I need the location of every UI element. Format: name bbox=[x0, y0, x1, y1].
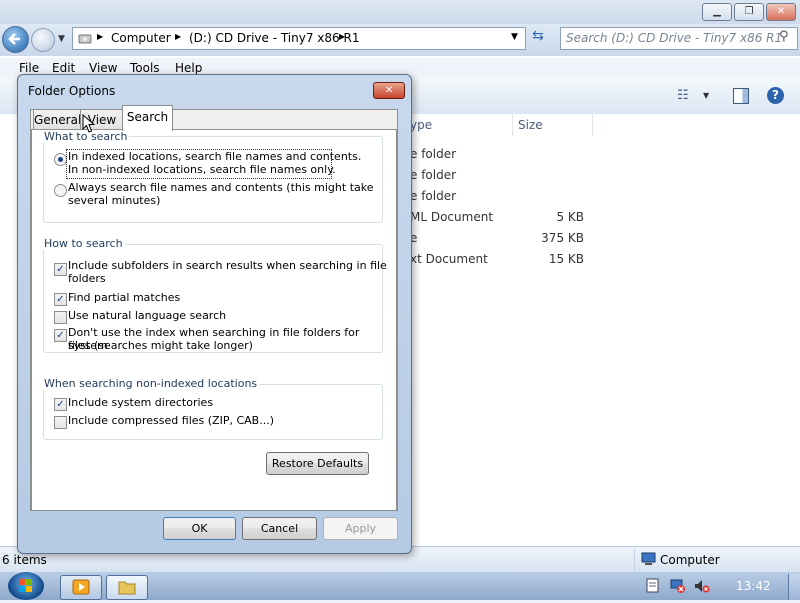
recent-pages-chevron-icon[interactable]: ▼ bbox=[58, 34, 65, 44]
column-divider[interactable] bbox=[512, 114, 513, 136]
file-size: 15 KB bbox=[548, 252, 584, 266]
dont-use-index-label-line2[interactable]: files (searches might take longer) bbox=[68, 339, 253, 352]
start-button[interactable] bbox=[8, 572, 44, 600]
menu-help[interactable]: Help bbox=[175, 61, 202, 75]
include-compressed-files-checkbox[interactable] bbox=[54, 416, 67, 429]
folder-options-dialog: Folder Options ✕ General View Search Wha… bbox=[17, 74, 412, 554]
show-desktop-button[interactable] bbox=[788, 574, 800, 600]
breadcrumb-separator-icon[interactable]: ▶ bbox=[175, 32, 181, 41]
view-options-icon[interactable]: ☷ bbox=[677, 88, 689, 103]
forward-button[interactable] bbox=[31, 28, 55, 52]
refresh-icon[interactable]: ⇆ bbox=[528, 28, 548, 48]
dont-use-index-checkbox[interactable]: ✓ bbox=[54, 329, 67, 342]
breadcrumb-separator-icon[interactable]: ▶ bbox=[97, 32, 103, 41]
maximize-button[interactable]: ❐ bbox=[734, 3, 764, 21]
folder-icon bbox=[118, 581, 136, 595]
non-indexed-title: When searching non-indexed locations bbox=[42, 377, 260, 390]
apply-button[interactable]: Apply bbox=[323, 517, 398, 540]
find-partial-matches-checkbox[interactable]: ✓ bbox=[54, 293, 67, 306]
non-indexed-group bbox=[43, 384, 383, 440]
breadcrumb-separator-icon[interactable]: ▶ bbox=[339, 32, 345, 41]
cancel-button[interactable]: Cancel bbox=[242, 517, 317, 540]
media-player-icon bbox=[72, 579, 90, 595]
help-icon[interactable]: ? bbox=[767, 87, 784, 104]
always-search-contents-radio[interactable] bbox=[54, 184, 67, 197]
menu-view[interactable]: View bbox=[89, 61, 117, 75]
taskbar-media-player[interactable] bbox=[60, 575, 102, 600]
view-options-chevron-icon[interactable]: ▼ bbox=[703, 91, 709, 100]
item-count: 6 items bbox=[2, 553, 47, 567]
menu-tools[interactable]: Tools bbox=[130, 61, 160, 75]
clock[interactable]: 13:42 bbox=[736, 579, 771, 593]
mouse-cursor-icon bbox=[82, 114, 96, 133]
back-button[interactable] bbox=[2, 26, 29, 53]
volume-muted-icon[interactable] bbox=[694, 578, 710, 594]
file-type: ML Document bbox=[410, 210, 494, 224]
close-window-button[interactable]: ✕ bbox=[766, 3, 796, 21]
include-subfolders-label-line2[interactable]: folders bbox=[68, 272, 106, 285]
file-type: e folder bbox=[410, 147, 457, 161]
search-placeholder: Search (D:) CD Drive - Tiny7 x86 R1 bbox=[566, 31, 783, 45]
status-location: Computer bbox=[660, 553, 720, 567]
natural-language-search-label[interactable]: Use natural language search bbox=[68, 309, 226, 322]
menu-edit[interactable]: Edit bbox=[52, 61, 75, 75]
restore-defaults-button[interactable]: Restore Defaults bbox=[266, 452, 369, 475]
indexed-locations-label-line2[interactable]: In non-indexed locations, search file na… bbox=[68, 163, 336, 176]
search-box[interactable]: Search (D:) CD Drive - Tiny7 x86 R1 ⚲ bbox=[560, 27, 798, 50]
breadcrumb-computer[interactable]: Computer bbox=[111, 31, 171, 45]
action-center-icon[interactable] bbox=[646, 578, 660, 594]
computer-icon bbox=[641, 552, 656, 565]
always-search-label-line1[interactable]: Always search file names and contents (t… bbox=[68, 181, 374, 194]
include-compressed-files-label[interactable]: Include compressed files (ZIP, CAB...) bbox=[68, 414, 274, 427]
always-search-label-line2[interactable]: several minutes) bbox=[68, 194, 160, 207]
include-system-directories-checkbox[interactable]: ✓ bbox=[54, 398, 67, 411]
find-partial-matches-label[interactable]: Find partial matches bbox=[68, 291, 180, 304]
drive-icon bbox=[77, 30, 93, 44]
file-size: 375 KB bbox=[541, 231, 584, 245]
column-type[interactable]: ype bbox=[410, 118, 432, 132]
tab-general[interactable]: General bbox=[33, 109, 81, 130]
arrow-left-icon bbox=[8, 33, 20, 45]
ok-button[interactable]: OK bbox=[163, 517, 236, 540]
search-tab-panel: What to search In indexed locations, sea… bbox=[31, 129, 397, 511]
preview-pane-icon[interactable] bbox=[733, 88, 749, 104]
dialog-close-button[interactable]: ✕ bbox=[373, 82, 405, 99]
file-type: e folder bbox=[410, 189, 457, 203]
dialog-title: Folder Options bbox=[28, 84, 116, 98]
dialog-tab-container: General View Search What to search In in… bbox=[30, 105, 398, 511]
file-type: e folder bbox=[410, 168, 457, 182]
file-type: xt Document bbox=[410, 252, 488, 266]
column-size[interactable]: Size bbox=[518, 118, 543, 132]
windows-logo-icon bbox=[19, 579, 32, 592]
explorer-titlebar: ▁ ❐ ✕ bbox=[0, 0, 800, 24]
how-to-search-title: How to search bbox=[42, 237, 125, 250]
radio-selected-dot bbox=[58, 157, 63, 162]
include-system-directories-label[interactable]: Include system directories bbox=[68, 396, 213, 409]
indexed-locations-label-line1[interactable]: In indexed locations, search file names … bbox=[68, 150, 361, 163]
network-disconnected-icon[interactable] bbox=[670, 578, 686, 594]
include-subfolders-label-line1[interactable]: Include subfolders in search results whe… bbox=[68, 259, 387, 272]
menu-file[interactable]: File bbox=[19, 61, 39, 75]
taskbar-explorer[interactable] bbox=[106, 575, 148, 600]
natural-language-search-checkbox[interactable] bbox=[54, 311, 67, 324]
tab-search[interactable]: Search bbox=[122, 105, 173, 131]
address-bar[interactable]: ▶ Computer ▶ (D:) CD Drive - Tiny7 x86 R… bbox=[72, 27, 526, 50]
include-subfolders-checkbox[interactable]: ✓ bbox=[54, 263, 67, 276]
address-dropdown-icon[interactable]: ▼ bbox=[511, 32, 518, 42]
search-icon[interactable]: ⚲ bbox=[779, 29, 789, 44]
status-divider bbox=[634, 549, 635, 571]
breadcrumb-cd-drive[interactable]: (D:) CD Drive - Tiny7 x86 R1 bbox=[189, 31, 359, 45]
column-divider[interactable] bbox=[592, 114, 593, 136]
file-size: 5 KB bbox=[556, 210, 584, 224]
minimize-button[interactable]: ▁ bbox=[702, 3, 732, 21]
